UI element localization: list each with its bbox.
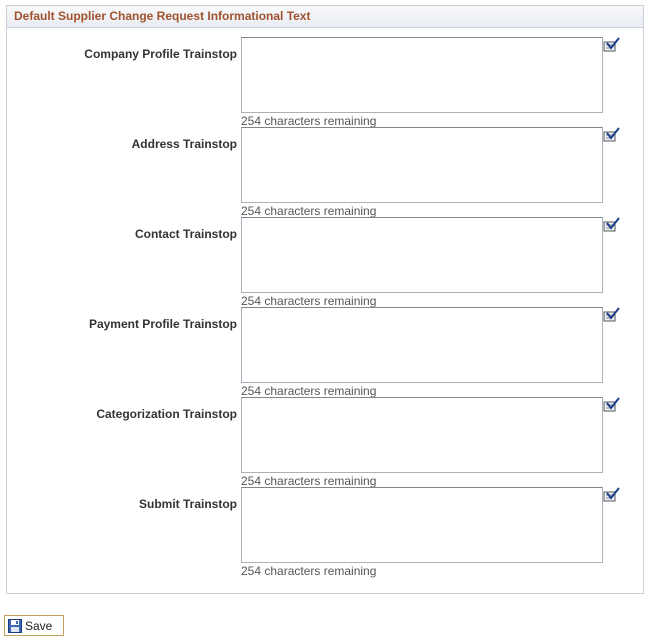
informational-text-group: Default Supplier Change Request Informat…: [6, 5, 644, 594]
group-title: Default Supplier Change Request Informat…: [7, 6, 643, 28]
field-row-company-profile: Company Profile Trainstop 254 characters…: [7, 37, 643, 137]
spell-check-icon[interactable]: [602, 397, 620, 413]
contact-trainstop-textarea[interactable]: [241, 217, 603, 293]
field-label: Contact Trainstop: [134, 227, 237, 241]
company-profile-trainstop-textarea[interactable]: [241, 37, 603, 113]
spell-check-icon[interactable]: [602, 217, 620, 233]
spell-check-icon[interactable]: [602, 307, 620, 323]
characters-remaining: 254 characters remaining: [241, 204, 377, 218]
characters-remaining: 254 characters remaining: [241, 564, 377, 578]
field-label: Submit Trainstop: [138, 497, 237, 511]
spell-check-icon[interactable]: [602, 37, 620, 53]
address-trainstop-textarea[interactable]: [241, 127, 603, 203]
field-label: Address Trainstop: [131, 137, 237, 151]
categorization-trainstop-textarea[interactable]: [241, 397, 603, 473]
payment-profile-trainstop-textarea[interactable]: [241, 307, 603, 383]
field-row-address: Address Trainstop 254 characters remaini…: [7, 127, 643, 227]
submit-trainstop-textarea[interactable]: [241, 487, 603, 563]
spell-check-icon[interactable]: [602, 127, 620, 143]
characters-remaining: 254 characters remaining: [241, 474, 377, 488]
characters-remaining: 254 characters remaining: [241, 114, 377, 128]
characters-remaining: 254 characters remaining: [241, 384, 377, 398]
field-row-submit: Submit Trainstop 254 characters remainin…: [7, 487, 643, 587]
field-row-categorization: Categorization Trainstop 254 characters …: [7, 397, 643, 497]
field-label: Company Profile Trainstop: [84, 47, 237, 61]
characters-remaining: 254 characters remaining: [241, 294, 377, 308]
spell-check-icon[interactable]: [602, 487, 620, 503]
floppy-disk-icon: [8, 618, 22, 633]
save-button-label: Save: [25, 618, 53, 633]
save-button[interactable]: Save: [4, 615, 64, 636]
field-label: Payment Profile Trainstop: [88, 317, 237, 331]
field-label: Categorization Trainstop: [96, 407, 237, 421]
field-row-payment-profile: Payment Profile Trainstop 254 characters…: [7, 307, 643, 407]
field-row-contact: Contact Trainstop 254 characters remaini…: [7, 217, 643, 317]
